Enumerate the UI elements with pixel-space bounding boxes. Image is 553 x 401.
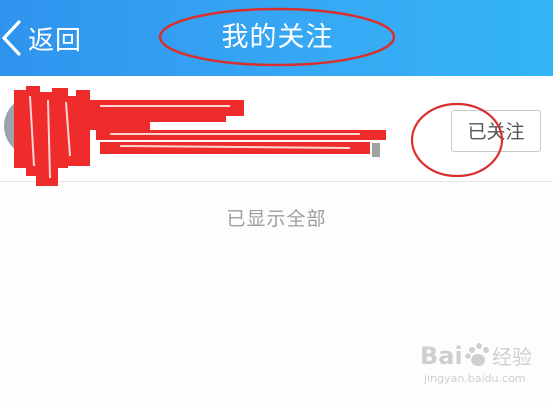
back-label: 返回 — [28, 25, 83, 56]
svg-text:jingyan.baidu.com: jingyan.baidu.com — [423, 372, 526, 385]
svg-text:经验: 经验 — [492, 345, 532, 369]
app-screen: 返回 我的关注 已关注 已显示全部 Bai 经验 jingyan.baidu.c… — [0, 0, 553, 401]
chevron-left-icon — [0, 18, 24, 58]
list-end-text: 已显示全部 — [226, 208, 327, 230]
svg-text:Bai: Bai — [420, 342, 463, 370]
avatar — [4, 96, 64, 156]
page-title: 我的关注 — [221, 22, 334, 53]
back-button[interactable]: 返回 — [0, 14, 82, 62]
following-button[interactable]: 已关注 — [451, 110, 541, 152]
list-item[interactable]: 已关注 — [0, 76, 553, 186]
nav-header: 返回 我的关注 — [0, 0, 553, 76]
baidu-watermark-logo: Bai 经验 jingyan.baidu.com — [420, 342, 532, 385]
avatar-figure — [18, 104, 52, 148]
